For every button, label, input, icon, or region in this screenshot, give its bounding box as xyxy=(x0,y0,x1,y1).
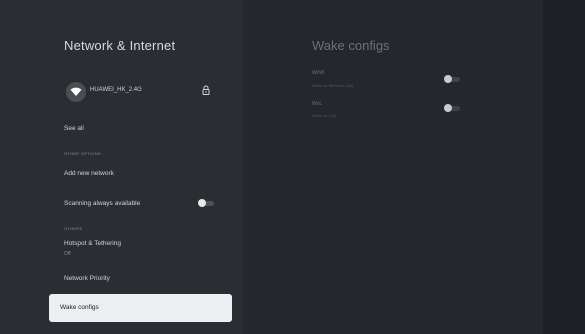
wifi-network-item[interactable]: HUAWEI_HK_2.4G xyxy=(64,80,224,104)
wow-toggle[interactable] xyxy=(444,75,462,83)
wol-subtitle: Wake on LAN xyxy=(312,113,337,118)
page-title: Network & Internet xyxy=(64,38,176,53)
background-edge xyxy=(543,0,585,334)
wow-subtitle: Wake on Wireless LAN xyxy=(312,83,353,88)
add-new-network-item[interactable]: Add new network xyxy=(64,170,114,177)
wake-configs-label: Wake configs xyxy=(60,304,99,311)
scanning-always-available-toggle[interactable] xyxy=(198,199,216,207)
wake-configs-title: Wake configs xyxy=(312,38,390,53)
see-all-item[interactable]: See all xyxy=(64,125,84,132)
toggle-knob xyxy=(198,199,206,207)
network-priority-item[interactable]: Network Priority xyxy=(64,275,110,282)
toggle-knob xyxy=(444,75,452,83)
lock-icon xyxy=(202,85,210,95)
wol-title: WoL xyxy=(312,101,323,107)
toggle-knob xyxy=(444,104,452,112)
hotspot-tethering-item[interactable]: Hotspot & Tethering xyxy=(64,240,121,247)
others-header: OTHERS xyxy=(64,226,83,231)
hotspot-status: Off xyxy=(64,251,71,257)
scanning-always-available-label: Scanning always available xyxy=(64,200,141,207)
other-options-header: OTHER OPTIONS xyxy=(64,151,102,156)
wifi-icon xyxy=(66,82,86,102)
wow-title: WoW xyxy=(312,70,325,76)
wol-toggle[interactable] xyxy=(444,104,462,112)
tv-settings-screen: Network & Internet HUAWEI_HK_2.4G See al… xyxy=(0,0,585,334)
wake-configs-panel xyxy=(243,0,543,334)
wake-configs-item[interactable]: Wake configs xyxy=(49,294,232,322)
wifi-network-name: HUAWEI_HK_2.4G xyxy=(90,87,142,93)
